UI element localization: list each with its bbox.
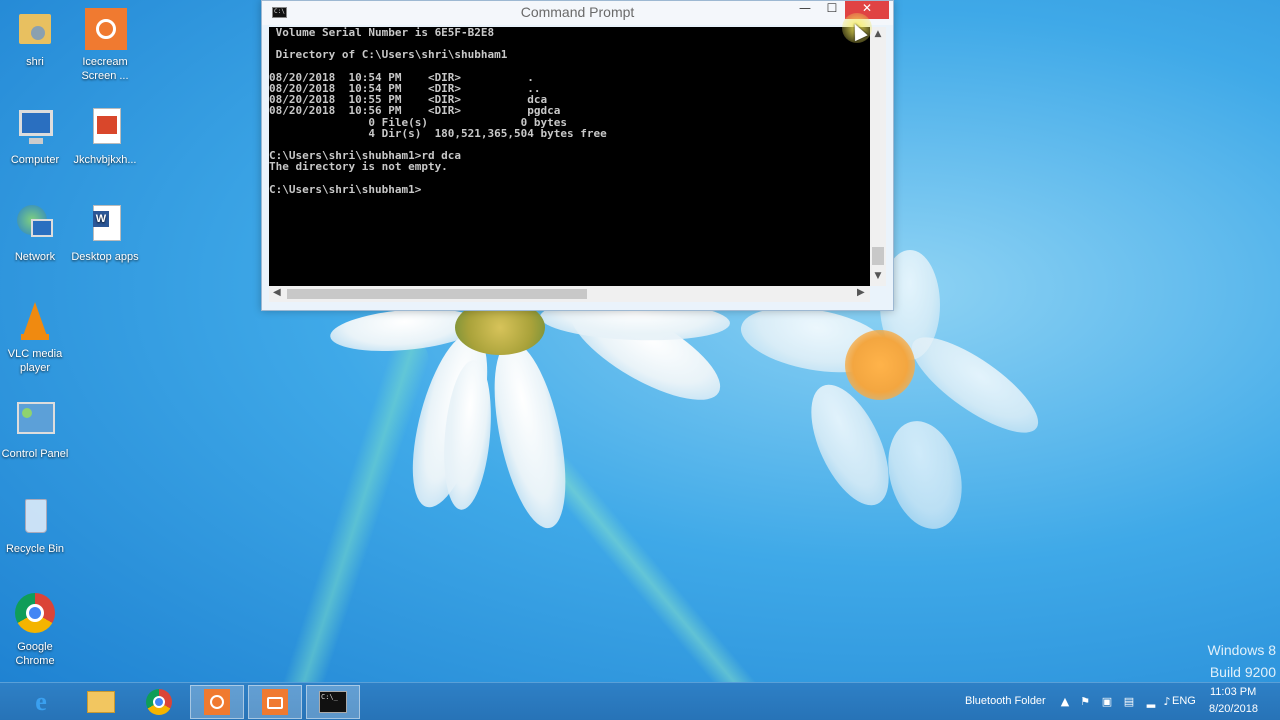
desktop-icon-network[interactable]: Network <box>0 203 70 264</box>
action-center-icon[interactable]: ⚑ <box>1078 695 1092 709</box>
minimize-button[interactable]: — <box>792 1 818 19</box>
desktop-icon-shri[interactable]: shri <box>0 8 70 69</box>
wallpaper-stem <box>266 334 434 720</box>
maximize-button[interactable]: ☐ <box>819 1 845 19</box>
network-signal-icon[interactable]: ▂ <box>1144 695 1158 709</box>
language-indicator[interactable]: ENG <box>1172 695 1196 707</box>
taskbar-internet-explorer[interactable]: e <box>14 685 68 719</box>
taskbar-chrome[interactable] <box>132 685 186 719</box>
taskbar-file-explorer[interactable] <box>74 685 128 719</box>
device-icon[interactable]: ▣ <box>1100 695 1114 709</box>
command-prompt-icon: C:\_ <box>319 691 347 713</box>
vlc-icon <box>13 300 57 344</box>
windows-watermark: Windows 8 <box>1207 642 1276 658</box>
console-text: Volume Serial Number is 6E5F-B2E8 Direct… <box>269 27 607 196</box>
desktop-icon-label: shri <box>26 56 44 68</box>
show-hidden-icons-icon[interactable]: ▲ <box>1058 695 1072 709</box>
desktop-icon-jkchvbjkxh[interactable]: Jkchvbjkxh... <box>70 106 140 167</box>
desktop-icon-icecream-screen[interactable]: Icecream Screen ... <box>70 8 140 83</box>
command-prompt-window[interactable]: C:\ Command Prompt — ☐ ✕ Volume Serial N… <box>261 0 894 311</box>
recycle-bin-icon <box>13 495 57 539</box>
desktop-icon-label: Google Chrome <box>15 641 55 667</box>
icecream-recorder-icon <box>83 8 127 52</box>
scroll-down-icon[interactable]: ▼ <box>870 271 886 281</box>
scroll-thumb[interactable] <box>872 247 884 265</box>
desktop-icon-desktop-apps[interactable]: W Desktop apps <box>70 203 140 264</box>
desktop-icon-label: VLC media player <box>7 348 63 374</box>
chrome-icon <box>13 593 57 637</box>
desktop-icon-label: Icecream Screen ... <box>81 56 129 82</box>
desktop-icon-vlc[interactable]: VLC media player <box>0 300 70 375</box>
clock-time[interactable]: 11:03 PM <box>1210 686 1256 698</box>
desktop-icon-google-chrome[interactable]: Google Chrome <box>0 593 70 668</box>
icecream-recorder-icon <box>204 689 230 715</box>
pdf-document-icon <box>83 106 127 150</box>
desktop-icon-label: Jkchvbjkxh... <box>73 154 137 166</box>
word-document-icon: W <box>83 203 127 247</box>
taskbar-command-prompt[interactable]: C:\_ <box>306 685 360 719</box>
desktop-icon-recycle-bin[interactable]: Recycle Bin <box>0 495 70 556</box>
chrome-icon <box>146 689 172 715</box>
desktop-icon-label: Desktop apps <box>71 251 139 263</box>
build-watermark: Build 9200 <box>1209 664 1276 680</box>
horizontal-scrollbar[interactable]: ◀ ▶ <box>269 286 870 302</box>
user-folder-icon <box>13 8 57 52</box>
network-icon <box>13 203 57 247</box>
control-panel-icon <box>13 400 57 444</box>
wallpaper-flower-center <box>845 330 915 400</box>
desktop-icon-label: Network <box>14 251 56 263</box>
taskbar-icecream-recorder[interactable] <box>190 685 244 719</box>
vertical-scrollbar[interactable]: ▲ ▼ <box>870 27 886 286</box>
desktop-icon-control-panel[interactable]: Control Panel <box>0 400 70 461</box>
scroll-up-icon[interactable]: ▲ <box>870 29 886 39</box>
wallpaper-stem <box>534 448 780 720</box>
desktop-icon-label: Recycle Bin <box>5 543 65 555</box>
file-explorer-icon <box>87 691 115 713</box>
window-titlebar[interactable]: C:\ Command Prompt — ☐ ✕ <box>262 1 893 25</box>
camera-app-icon <box>262 689 288 715</box>
scroll-right-icon[interactable]: ▶ <box>857 287 865 298</box>
desktop-icon-computer[interactable]: Computer <box>0 106 70 167</box>
scroll-thumb[interactable] <box>287 289 587 299</box>
taskbar: e C:\_ Bluetooth Folder ▲ ⚑ ▣ ▤ ▂ ♪ ENG … <box>0 682 1280 720</box>
clock-date[interactable]: 8/20/2018 <box>1209 703 1258 715</box>
display-icon[interactable]: ▤ <box>1122 695 1136 709</box>
taskbar-camera-app[interactable] <box>248 685 302 719</box>
computer-icon <box>13 106 57 150</box>
wallpaper-petal <box>876 412 974 538</box>
scroll-left-icon[interactable]: ◀ <box>273 287 281 298</box>
console-output[interactable]: Volume Serial Number is 6E5F-B2E8 Direct… <box>269 27 870 286</box>
desktop-icon-label: Computer <box>10 154 60 166</box>
bluetooth-folder-label[interactable]: Bluetooth Folder <box>965 695 1046 707</box>
internet-explorer-icon: e <box>35 687 47 716</box>
desktop-icon-label: Control Panel <box>1 448 69 460</box>
